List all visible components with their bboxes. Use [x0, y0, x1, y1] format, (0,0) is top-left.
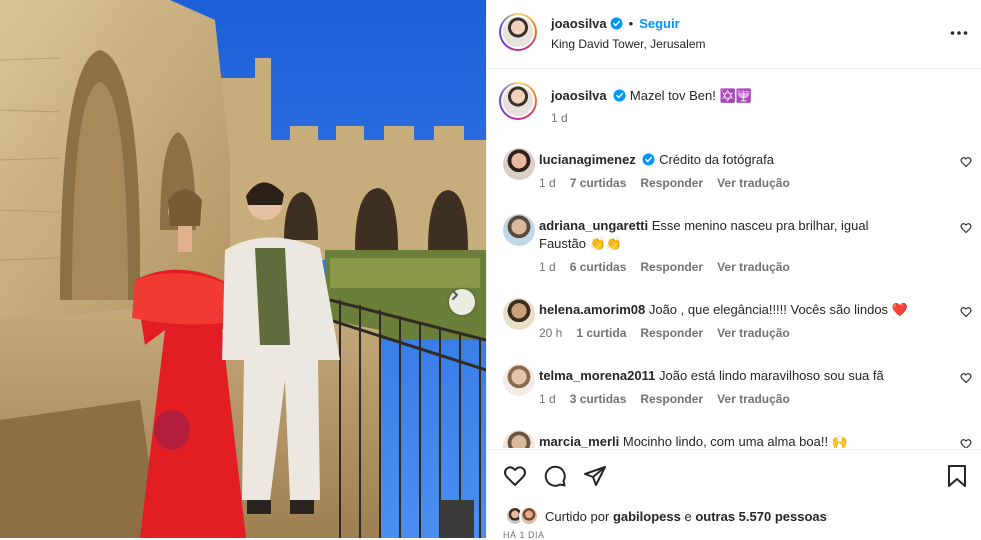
- author-line: joaosilva • Seguir: [551, 16, 680, 31]
- verified-icon: [642, 153, 655, 166]
- next-arrow-icon: [452, 290, 458, 300]
- comment-text: João está lindo maravilhoso sou sua fã: [658, 368, 884, 383]
- reply-button[interactable]: Responder: [640, 260, 703, 274]
- instagram-post: joaosilva • Seguir King David Tower, Jer…: [0, 0, 981, 540]
- post-actions: Curtido por gabilopess e outras 5.570 pe…: [487, 449, 981, 540]
- comment-text: Mocinho lindo, com uma alma boa!! 🙌: [622, 434, 848, 448]
- comment-username[interactable]: telma_morena2011: [539, 368, 655, 383]
- translate-button[interactable]: Ver tradução: [717, 392, 790, 406]
- comment-meta: 1 d 7 curtidas Responder Ver tradução: [539, 176, 790, 190]
- comment-username[interactable]: lucianagimenez: [539, 152, 636, 167]
- liker-username[interactable]: gabilopess: [613, 509, 681, 524]
- comment-username[interactable]: helena.amorim08: [539, 302, 645, 317]
- verified-icon: [613, 89, 626, 102]
- liker-avatar[interactable]: [519, 506, 539, 526]
- reply-button[interactable]: Responder: [640, 176, 703, 190]
- caption-text-line: joaosilva Mazel tov Ben! ✡️🕎: [551, 87, 951, 105]
- next-image-button[interactable]: [449, 289, 475, 315]
- comment-text-line: telma_morena2011 João está lindo maravil…: [539, 367, 939, 385]
- comment-text: Crédito da fotógrafa: [659, 152, 774, 167]
- likes-text[interactable]: Curtido por gabilopess e outras 5.570 pe…: [545, 509, 827, 524]
- comment-likes[interactable]: 1 curtida: [576, 326, 626, 340]
- comment-time[interactable]: 1 d: [539, 260, 556, 274]
- comment-username[interactable]: adriana_ungaretti: [539, 218, 648, 233]
- heart-icon[interactable]: [960, 372, 972, 384]
- reply-button[interactable]: Responder: [640, 392, 703, 406]
- comment-meta: 20 h 1 curtida Responder Ver tradução: [539, 326, 790, 340]
- posted-ago[interactable]: HÁ 1 DIA: [503, 530, 545, 540]
- commenter-avatar[interactable]: [503, 214, 535, 246]
- commenter-avatar[interactable]: [503, 364, 535, 396]
- more-options-button[interactable]: [950, 24, 968, 39]
- comment-text-line: marcia_merli Mocinho lindo, com uma alma…: [539, 433, 939, 448]
- separator-dot: •: [628, 16, 634, 31]
- more-icon: [950, 31, 968, 35]
- author-username[interactable]: joaosilva: [551, 16, 607, 31]
- translate-button[interactable]: Ver tradução: [717, 326, 790, 340]
- verified-icon: [610, 17, 623, 30]
- comment-meta: 1 d 6 curtidas Responder Ver tradução: [539, 260, 790, 274]
- translate-button[interactable]: Ver tradução: [717, 260, 790, 274]
- likes-count[interactable]: outras 5.570 pessoas: [695, 509, 827, 524]
- caption-meta: 1 d: [551, 111, 568, 125]
- likes-connector: e: [684, 508, 692, 524]
- commenter-avatar[interactable]: [503, 430, 535, 448]
- comment-likes[interactable]: 6 curtidas: [570, 260, 627, 274]
- heart-icon[interactable]: [960, 156, 972, 168]
- comment-time[interactable]: 1 d: [539, 392, 556, 406]
- comment-username[interactable]: marcia_merli: [539, 434, 619, 448]
- comment-text-line: helena.amorim08 João , que elegância!!!!…: [539, 301, 939, 319]
- heart-icon[interactable]: [503, 464, 527, 488]
- likes-prefix: Curtido por: [545, 508, 610, 524]
- bookmark-icon[interactable]: [946, 464, 968, 488]
- heart-icon[interactable]: [960, 438, 972, 448]
- heart-icon[interactable]: [960, 306, 972, 318]
- comment-likes[interactable]: 3 curtidas: [570, 392, 627, 406]
- post-photo[interactable]: [0, 0, 486, 538]
- caption-time[interactable]: 1 d: [551, 111, 568, 125]
- comment-text-line: lucianagimenez Crédito da fotógrafa: [539, 151, 939, 169]
- share-icon[interactable]: [583, 464, 607, 488]
- commenter-avatar[interactable]: [503, 298, 535, 330]
- heart-icon[interactable]: [960, 222, 972, 234]
- photo-illustration: [0, 0, 486, 538]
- follow-button[interactable]: Seguir: [639, 16, 679, 31]
- comment-meta: 1 d 3 curtidas Responder Ver tradução: [539, 392, 790, 406]
- likes-summary: Curtido por gabilopess e outras 5.570 pe…: [505, 506, 827, 526]
- post-header: joaosilva • Seguir King David Tower, Jer…: [487, 0, 981, 69]
- comment-text: João , que elegância!!!!! Vocês são lind…: [648, 302, 908, 317]
- comment-icon[interactable]: [543, 464, 567, 488]
- caption-text: Mazel tov Ben! ✡️🕎: [629, 88, 752, 103]
- caption-avatar[interactable]: [499, 82, 537, 120]
- caption-username[interactable]: joaosilva: [551, 88, 607, 103]
- translate-button[interactable]: Ver tradução: [717, 176, 790, 190]
- comment-text-line: adriana_ungaretti Esse menino nasceu pra…: [539, 217, 919, 253]
- post-location[interactable]: King David Tower, Jerusalem: [551, 37, 706, 51]
- post-side-panel: joaosilva • Seguir King David Tower, Jer…: [486, 0, 981, 540]
- author-avatar[interactable]: [499, 13, 537, 51]
- commenter-avatar[interactable]: [503, 148, 535, 180]
- comment-likes[interactable]: 7 curtidas: [570, 176, 627, 190]
- comments-list[interactable]: joaosilva Mazel tov Ben! ✡️🕎 1 d luciana…: [487, 70, 981, 448]
- reply-button[interactable]: Responder: [640, 326, 703, 340]
- comment-time[interactable]: 1 d: [539, 176, 556, 190]
- comment-time[interactable]: 20 h: [539, 326, 562, 340]
